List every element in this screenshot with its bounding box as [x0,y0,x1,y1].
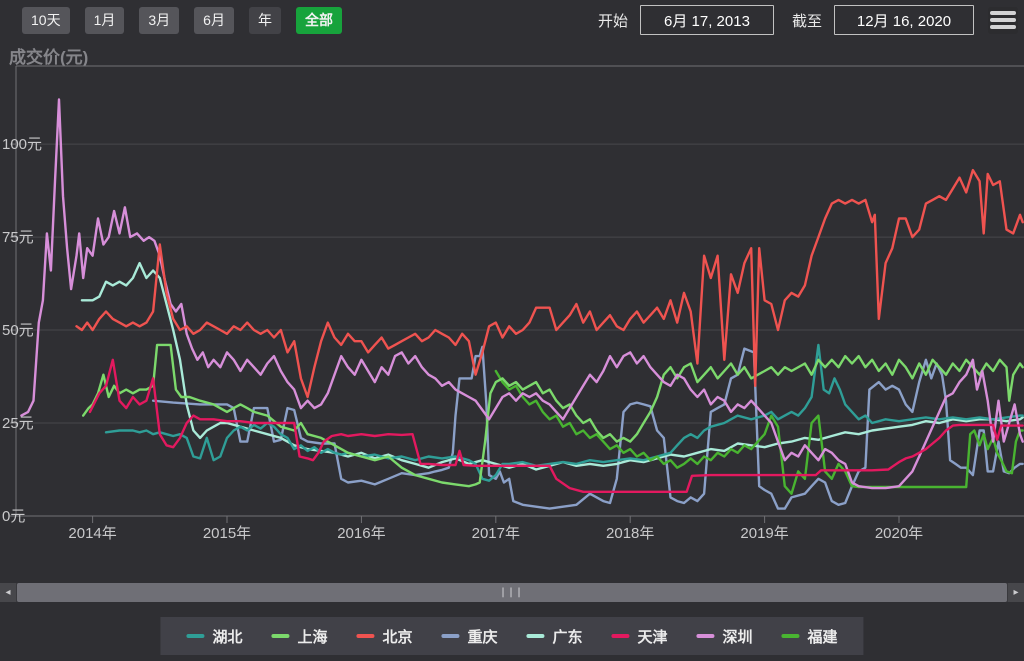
price-chart: 0元 25元 50元 75元 100元 2014年 2015年 2016年 2017年 2018年… [0,40,1024,570]
legend-label-beijing: 北京 [382,626,412,647]
legend-swatch-beijing [356,634,374,638]
x-axis-label: 2014年 [68,525,116,542]
y-axis-label: 25元 [2,415,34,432]
chart-legend: 湖北 上海 北京 重庆 广东 天津 深圳 福建 [160,617,863,655]
legend-label-fujian: 福建 [808,626,838,647]
x-axis-label: 2018年 [606,525,654,542]
date-range-inputs: 开始 截至 [598,5,1018,35]
end-date-label: 截至 [792,10,822,31]
legend-item-tianjin[interactable]: 天津 [612,626,668,647]
y-axis-label: 0元 [2,508,25,525]
series-line-tianjin[interactable] [90,360,1023,492]
legend-swatch-guangdong [527,634,545,638]
legend-label-chongqing: 重庆 [467,626,497,647]
start-date-label: 开始 [598,10,628,31]
range-button-year[interactable]: 年 [249,7,281,34]
legend-swatch-hubei [186,634,204,638]
legend-item-hubei[interactable]: 湖北 [186,626,242,647]
series-line-beijing[interactable] [77,170,1023,397]
y-axis-label: 75元 [2,229,34,246]
legend-item-shenzhen[interactable]: 深圳 [697,626,753,647]
x-axis-label: 2020年 [875,525,923,542]
toolbar: 10天 1月 3月 6月 年 全部 开始 截至 [0,0,1024,40]
scrollbar-left-arrow-icon[interactable]: ◂ [0,583,16,602]
legend-label-shanghai: 上海 [297,626,327,647]
range-button-10d[interactable]: 10天 [22,7,70,34]
x-axis-label: 2016年 [337,525,385,542]
x-axis-label: 2015年 [203,525,251,542]
scrollbar-thumb[interactable]: ||| [17,583,1007,602]
y-axis-label: 50元 [2,322,34,339]
legend-item-shanghai[interactable]: 上海 [271,626,327,647]
series-group [21,100,1022,509]
legend-swatch-shenzhen [697,634,715,638]
scrollbar-right-arrow-icon[interactable]: ▸ [1008,583,1024,602]
range-button-3m[interactable]: 3月 [139,7,179,34]
range-button-1m[interactable]: 1月 [85,7,125,34]
x-axis-label: 2019年 [740,525,788,542]
end-date-input[interactable] [834,5,974,35]
legend-label-shenzhen: 深圳 [723,626,753,647]
y-axis-label: 100元 [2,136,42,153]
legend-swatch-fujian [782,634,800,638]
hamburger-menu-icon[interactable] [988,7,1018,34]
legend-item-guangdong[interactable]: 广东 [527,626,583,647]
start-date-input[interactable] [640,5,774,35]
legend-label-hubei: 湖北 [212,626,242,647]
legend-item-fujian[interactable]: 福建 [782,626,838,647]
legend-swatch-chongqing [441,634,459,638]
scrollbar-grip-icon: ||| [500,587,524,598]
chart-scrollbar: ◂ ||| ▸ [0,583,1024,602]
legend-swatch-tianjin [612,634,630,638]
legend-label-guangdong: 广东 [553,626,583,647]
legend-label-tianjin: 天津 [638,626,668,647]
range-button-6m[interactable]: 6月 [194,7,234,34]
x-axis-label: 2017年 [472,525,520,542]
range-button-group: 10天 1月 3月 6月 年 全部 [22,7,342,34]
legend-item-chongqing[interactable]: 重庆 [441,626,497,647]
legend-swatch-shanghai [271,634,289,638]
range-button-all[interactable]: 全部 [296,7,342,34]
legend-item-beijing[interactable]: 北京 [356,626,412,647]
